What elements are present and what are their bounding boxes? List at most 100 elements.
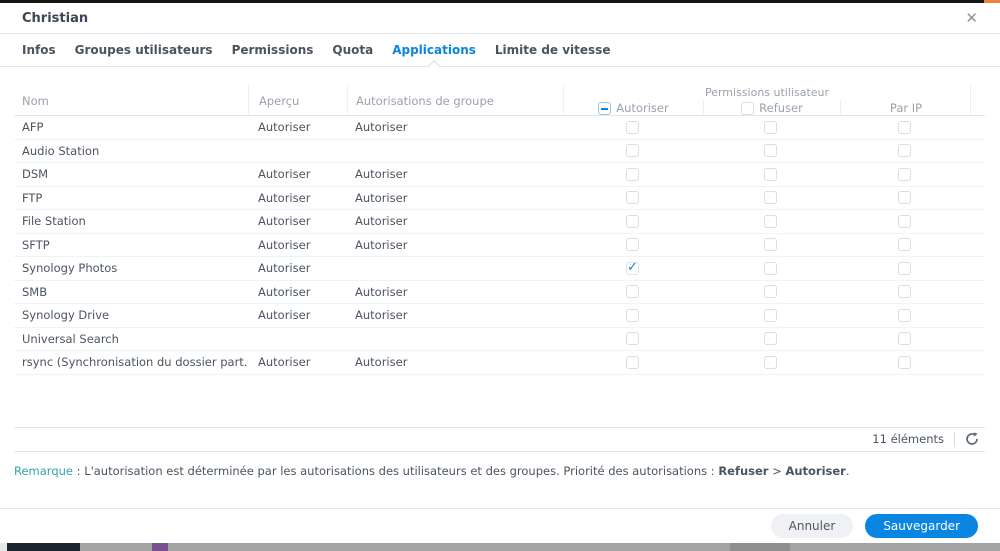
remark-period: . — [845, 464, 850, 478]
allow-checkbox[interactable] — [626, 308, 639, 322]
allow-checkbox[interactable] — [626, 120, 639, 134]
table-row[interactable]: DSM Autoriser Autoriser — [14, 163, 985, 187]
column-header-autoriser: Autoriser — [564, 100, 703, 116]
allow-checkbox[interactable] — [626, 191, 639, 205]
desktop-fragment — [0, 543, 7, 551]
app-name: AFP — [22, 120, 44, 135]
save-button[interactable]: Sauvegarder — [865, 514, 978, 538]
row-gutter — [970, 257, 985, 280]
table-row[interactable]: SMB Autoriser Autoriser — [14, 281, 985, 304]
deny-checkbox[interactable] — [764, 144, 777, 158]
app-group-auth: Autoriser — [355, 308, 408, 323]
tab-applications[interactable]: Applications — [392, 34, 476, 66]
permissions-utilisateur-label: Permissions utilisateur — [704, 86, 830, 99]
byip-checkbox[interactable] — [898, 355, 911, 369]
app-name: SMB — [22, 284, 48, 299]
tab-permissions[interactable]: Permissions — [232, 34, 314, 66]
table-body: AFP Autoriser Autoriser Audio Station DS — [14, 116, 985, 375]
tab-quota[interactable]: Quota — [332, 34, 373, 66]
applications-table: Nom Aperçu Autorisations de groupe Permi… — [14, 85, 985, 452]
deny-checkbox[interactable] — [764, 120, 777, 134]
table-row[interactable]: SFTP Autoriser Autoriser — [14, 234, 985, 257]
allow-checkbox[interactable] — [626, 285, 639, 299]
allow-checkbox[interactable] — [626, 167, 639, 181]
select-all-deny-checkbox[interactable] — [741, 101, 755, 115]
column-group-permissions-utilisateur: Permissions utilisateur Autoriser Refuse… — [563, 85, 970, 116]
tab-bar: Infos Groupes utilisateurs Permissions Q… — [0, 34, 1000, 67]
table-row[interactable]: Audio Station — [14, 140, 985, 163]
app-group-auth: Autoriser — [355, 237, 408, 252]
tab-infos[interactable]: Infos — [22, 34, 56, 66]
deny-checkbox[interactable] — [764, 332, 777, 346]
desktop-fragment — [152, 543, 168, 551]
byip-checkbox[interactable] — [898, 332, 911, 346]
deny-checkbox[interactable] — [764, 261, 777, 275]
column-header-nom[interactable]: Nom — [14, 85, 248, 116]
row-gutter — [970, 116, 985, 139]
allow-checkbox[interactable] — [626, 260, 639, 275]
byip-checkbox[interactable] — [898, 261, 911, 275]
table-row[interactable]: FTP Autoriser Autoriser — [14, 187, 985, 210]
close-icon[interactable]: ✕ — [965, 10, 978, 26]
app-name: Synology Photos — [22, 261, 118, 276]
app-group-auth: Autoriser — [355, 190, 408, 205]
refresh-icon[interactable] — [965, 432, 979, 446]
byip-checkbox[interactable] — [898, 238, 911, 252]
tab-groupes-utilisateurs[interactable]: Groupes utilisateurs — [75, 34, 213, 66]
column-header-autorisations-groupe[interactable]: Autorisations de groupe — [347, 85, 563, 116]
byip-checkbox[interactable] — [898, 167, 911, 181]
app-name: File Station — [22, 214, 86, 229]
table-row[interactable]: File Station Autoriser Autoriser — [14, 210, 985, 234]
deny-checkbox[interactable] — [764, 167, 777, 181]
deny-checkbox[interactable] — [764, 308, 777, 322]
footer-divider — [954, 431, 955, 447]
byip-checkbox[interactable] — [898, 144, 911, 158]
allow-checkbox[interactable] — [626, 214, 639, 228]
desktop-bottom-sliver — [0, 543, 1000, 551]
app-group-auth: Autoriser — [355, 214, 408, 229]
byip-checkbox[interactable] — [898, 285, 911, 299]
table-row[interactable]: Synology Photos Autoriser — [14, 257, 985, 281]
table-row[interactable]: AFP Autoriser Autoriser — [14, 116, 985, 140]
app-preview: Autoriser — [258, 308, 311, 323]
column-header-refuser: Refuser — [703, 100, 840, 116]
deny-checkbox[interactable] — [764, 285, 777, 299]
table-header: Nom Aperçu Autorisations de groupe Permi… — [14, 85, 985, 116]
allow-checkbox[interactable] — [626, 238, 639, 252]
table-row[interactable]: Synology Drive Autoriser Autoriser — [14, 304, 985, 328]
app-name: Audio Station — [22, 143, 100, 158]
app-preview: Autoriser — [258, 167, 311, 182]
allow-checkbox[interactable] — [626, 144, 639, 158]
deny-checkbox[interactable] — [764, 355, 777, 369]
app-preview: Autoriser — [258, 237, 311, 252]
app-preview: Autoriser — [258, 261, 311, 276]
deny-checkbox[interactable] — [764, 238, 777, 252]
cancel-button[interactable]: Annuler — [770, 514, 854, 538]
app-preview: Autoriser — [258, 284, 311, 299]
allow-checkbox[interactable] — [626, 355, 639, 369]
select-all-allow-checkbox[interactable] — [598, 101, 612, 115]
app-name: Synology Drive — [22, 308, 110, 323]
table-row[interactable]: rsync (Synchronisation du dossier part..… — [14, 351, 985, 375]
remark-body: L'autorisation est déterminée par les au… — [84, 464, 719, 478]
byip-checkbox[interactable] — [898, 191, 911, 205]
table-row[interactable]: Universal Search — [14, 328, 985, 351]
par-ip-label: Par IP — [889, 101, 923, 115]
app-group-auth — [347, 257, 563, 280]
byip-checkbox[interactable] — [898, 214, 911, 228]
deny-checkbox[interactable] — [764, 191, 777, 205]
deny-checkbox[interactable] — [764, 214, 777, 228]
app-preview: Autoriser — [258, 214, 311, 229]
column-header-apercu[interactable]: Aperçu — [248, 85, 347, 116]
byip-checkbox[interactable] — [898, 120, 911, 134]
dialog-titlebar: Christian ✕ — [0, 3, 1000, 34]
row-gutter — [970, 234, 985, 257]
column-header-par-ip: Par IP — [840, 100, 971, 116]
allow-checkbox[interactable] — [626, 332, 639, 346]
dialog-title: Christian — [22, 10, 89, 26]
app-name: Universal Search — [22, 331, 119, 346]
tab-limite-de-vitesse[interactable]: Limite de vitesse — [495, 34, 611, 66]
app-name: rsync (Synchronisation du dossier part..… — [22, 355, 248, 370]
byip-checkbox[interactable] — [898, 308, 911, 322]
dialog-footer: Annuler Sauvegarder — [0, 508, 1000, 543]
